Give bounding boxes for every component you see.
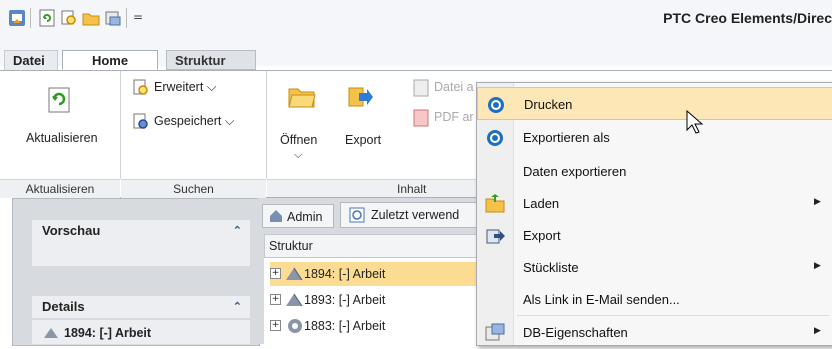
menu-item-label: Export (523, 228, 561, 243)
zuletzt-label: Zuletzt verwend (371, 208, 460, 222)
tree-row-label: 1894: [-] Arbeit (304, 267, 386, 281)
tree-row[interactable]: + 1893: [-] Arbeit (270, 288, 490, 312)
tree-row-label: 1883: [-] Arbeit (304, 319, 386, 333)
export-icon (486, 229, 505, 244)
menu-item-label: DB-Eigenschaften (523, 325, 628, 340)
window-title: PTC Creo Elements/Direc (663, 10, 832, 26)
open-folder-icon (288, 88, 316, 108)
workpiece-icon (286, 267, 303, 281)
tab-datei[interactable]: Datei (4, 50, 58, 70)
gespeichert-label: Gespeichert (154, 114, 222, 128)
context-menu: Drucken Exportieren als Daten exportiere… (476, 82, 832, 346)
collapse-icon[interactable]: ⌃ (233, 220, 242, 242)
menu-item-label: Daten exportieren (523, 164, 627, 179)
admin-button[interactable]: Admin (262, 204, 334, 228)
menu-item-label: Laden (523, 196, 560, 211)
workpiece-icon (44, 328, 58, 338)
quick-access-dropdown[interactable]: = (133, 10, 143, 24)
export-as-icon (487, 130, 503, 146)
menu-item-label: Exportieren als (523, 130, 610, 145)
tab-home[interactable]: Home (62, 50, 158, 70)
properties-icon[interactable] (104, 9, 122, 27)
recent-icon (349, 207, 365, 223)
oeffnen-button[interactable]: Öffnen (280, 133, 317, 147)
open-folder-icon[interactable] (82, 9, 100, 27)
struktur-column-header: Struktur (269, 239, 313, 253)
chevron-down-icon: ⌵ (206, 80, 217, 94)
menu-item-db-eigenschaften[interactable]: DB-Eigenschaften ▶ (477, 316, 832, 349)
details-label: Details (42, 299, 85, 314)
menu-item-drucken[interactable]: Drucken (477, 87, 832, 120)
erweitert-label: Erweitert (154, 80, 204, 94)
details-item: 1894: [-] Arbeit (64, 326, 152, 340)
erweitert-button[interactable]: Erweitert ⌵ (154, 80, 216, 95)
collapse-icon[interactable]: ⌃ (233, 296, 242, 318)
details-area: 1894: [-] Arbeit (32, 320, 250, 344)
pdf-icon (413, 109, 429, 127)
menu-item-laden[interactable]: Laden ▶ (477, 187, 832, 220)
menu-item-export[interactable]: Export (477, 219, 832, 252)
aktualisieren-button[interactable]: Aktualisieren (26, 131, 98, 145)
mouse-cursor-icon (686, 110, 704, 134)
menu-item-daten-exportieren[interactable]: Daten exportieren (477, 155, 832, 188)
tree-row[interactable]: + 1894: [-] Arbeit (270, 262, 490, 286)
workpiece-icon (286, 293, 303, 307)
gear-part-icon (288, 319, 302, 333)
title-bar: = PTC Creo Elements/Direc (0, 0, 832, 38)
panel-header-vorschau[interactable]: Vorschau ⌃ (32, 220, 250, 242)
group-label-suchen: Suchen (121, 179, 266, 198)
preview-area (32, 242, 250, 266)
chevron-down-icon: ⌵ (224, 114, 235, 128)
submenu-arrow-icon: ▶ (814, 197, 821, 207)
app-icon[interactable] (8, 9, 26, 27)
gespeichert-button[interactable]: Gespeichert ⌵ (154, 114, 234, 129)
export-icon (348, 87, 373, 107)
vorschau-label: Vorschau (42, 223, 101, 238)
tab-zuletzt-verwendet[interactable]: Zuletzt verwend (340, 202, 480, 228)
export-button[interactable]: Export (345, 133, 381, 147)
submenu-arrow-icon: ▶ (814, 326, 821, 336)
submenu-arrow-icon: ▶ (814, 261, 821, 271)
menu-item-label: Als Link in E-Mail senden... (523, 292, 680, 307)
menu-item-email-link[interactable]: Als Link in E-Mail senden... (477, 283, 832, 316)
chevron-down-icon[interactable]: ⌵ (294, 149, 302, 162)
refresh-icon (48, 87, 70, 113)
home-icon (270, 210, 282, 222)
expand-icon[interactable]: + (270, 268, 281, 279)
saved-search-icon (133, 113, 148, 129)
datei-anhang-button[interactable]: Datei a (434, 80, 474, 94)
menu-item-label: Stückliste (523, 260, 579, 275)
tree-row-label: 1893: [-] Arbeit (304, 293, 386, 307)
tree-header[interactable]: Struktur (264, 234, 496, 258)
print-icon (488, 97, 504, 113)
tab-struktur[interactable]: Struktur (166, 50, 256, 70)
load-icon (485, 194, 505, 213)
pdf-button[interactable]: PDF ar (434, 110, 474, 124)
ribbon-tab-row: Datei Home Struktur (0, 38, 832, 70)
admin-label: Admin (287, 210, 323, 224)
search-icon (133, 79, 148, 95)
refresh-icon[interactable] (38, 9, 56, 27)
expand-icon[interactable]: + (270, 294, 281, 305)
menu-item-label: Drucken (524, 97, 573, 112)
menu-item-stueckliste[interactable]: Stückliste ▶ (477, 251, 832, 284)
menu-item-exportieren-als[interactable]: Exportieren als (477, 121, 832, 154)
db-properties-icon (485, 323, 505, 341)
group-label-aktualisieren: Aktualisieren (0, 179, 120, 198)
tree-row[interactable]: + 1883: [-] Arbeit (270, 314, 490, 338)
document-icon (413, 79, 429, 97)
search-icon[interactable] (60, 9, 78, 27)
panel-header-details[interactable]: Details ⌃ (32, 296, 250, 318)
expand-icon[interactable]: + (270, 320, 281, 331)
